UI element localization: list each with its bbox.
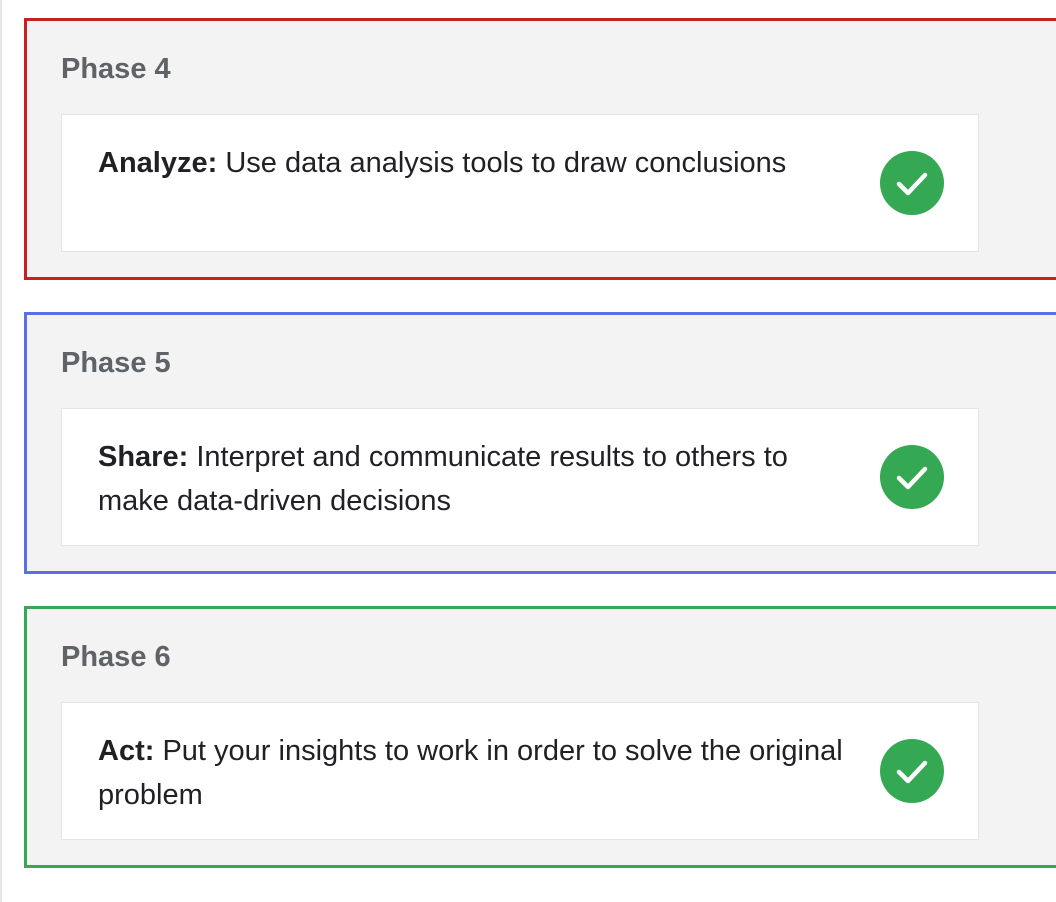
phase-6-panel: Phase 6 Act: Put your insights to work i… [24, 606, 1056, 868]
phase-description: Share: Interpret and communicate results… [98, 435, 848, 523]
phase-description-text: Interpret and communicate results to oth… [98, 441, 788, 517]
phase-term: Act: [98, 735, 155, 767]
phase-4-panel: Phase 4 Analyze: Use data analysis tools… [24, 18, 1056, 280]
checkmark-circle-icon [880, 739, 944, 803]
phase-description: Analyze: Use data analysis tools to draw… [98, 141, 848, 185]
phase-title: Phase 5 [61, 347, 171, 379]
checkmark-circle-icon [880, 445, 944, 509]
phase-description-text: Use data analysis tools to draw conclusi… [217, 147, 787, 179]
phase-term: Share: [98, 441, 189, 473]
phase-description-text: Put your insights to work in order to so… [98, 735, 843, 811]
phase-list: Phase 4 Analyze: Use data analysis tools… [0, 0, 1056, 902]
phase-term: Analyze: [98, 147, 218, 179]
checkmark-circle-icon [880, 151, 944, 215]
phase-title: Phase 4 [61, 53, 171, 85]
phase-card: Analyze: Use data analysis tools to draw… [61, 114, 979, 252]
phase-5-panel: Phase 5 Share: Interpret and communicate… [24, 312, 1056, 574]
phase-title: Phase 6 [61, 641, 171, 673]
phase-card: Share: Interpret and communicate results… [61, 408, 979, 546]
phase-description: Act: Put your insights to work in order … [98, 729, 848, 817]
phase-card: Act: Put your insights to work in order … [61, 702, 979, 840]
